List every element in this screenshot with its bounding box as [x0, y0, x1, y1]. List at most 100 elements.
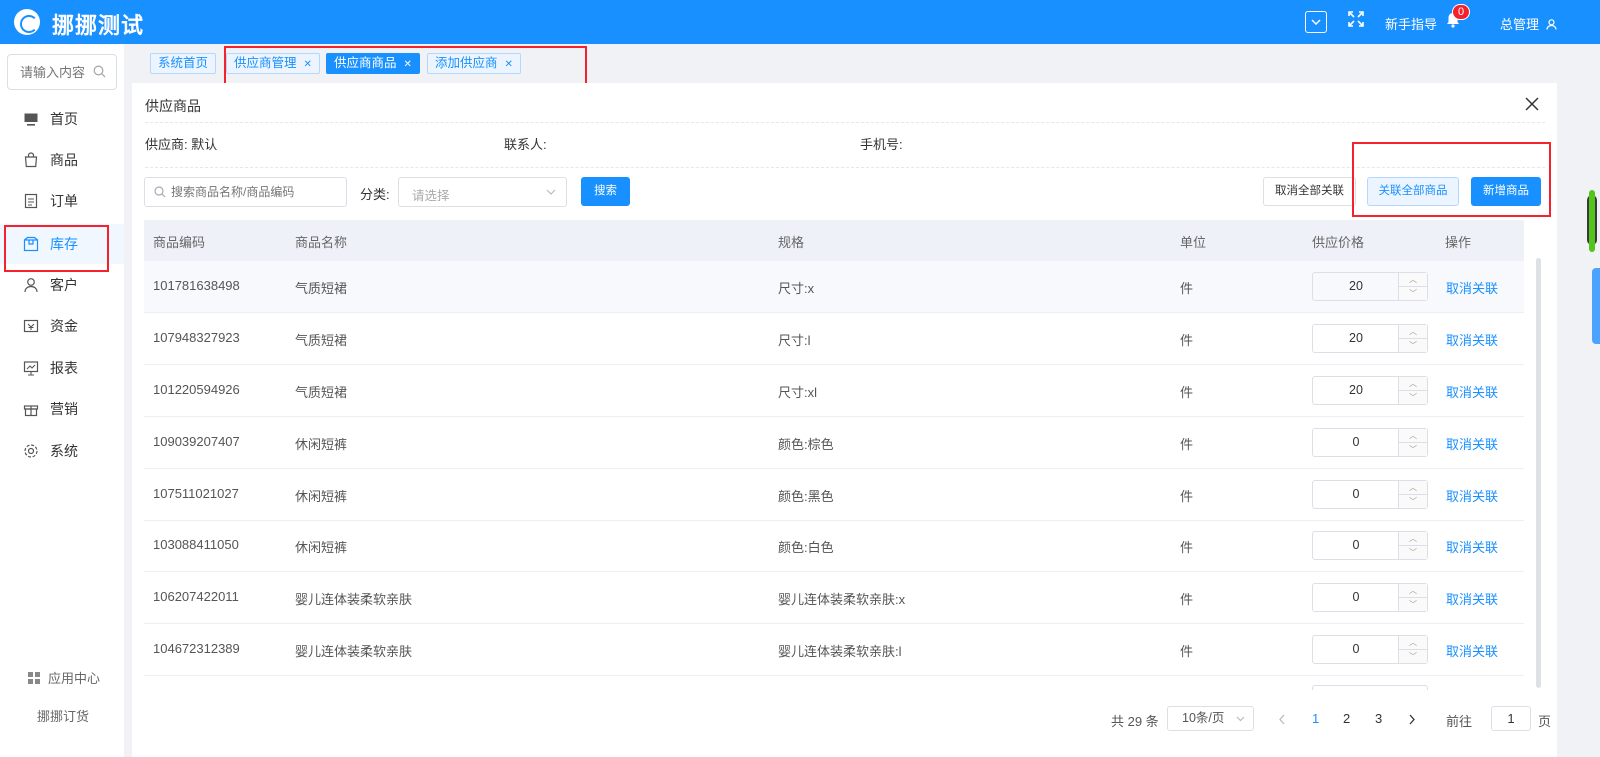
chevron-right-icon[interactable]: [1408, 714, 1416, 725]
price-stepper[interactable]: 0 ︿ ﹀: [1312, 531, 1428, 560]
price-stepper[interactable]: 0 ︿ ﹀: [1312, 428, 1428, 457]
unlink-button[interactable]: 取消关联: [1446, 589, 1498, 608]
fullscreen-icon[interactable]: [1346, 11, 1366, 31]
price-input[interactable]: 20: [1313, 325, 1399, 352]
tab-label: 系统首页: [158, 56, 209, 70]
price-stepper[interactable]: 20 ︿ ﹀: [1312, 376, 1428, 405]
chevron-up-icon[interactable]: ︿: [1398, 584, 1427, 598]
search-button[interactable]: 搜索: [581, 177, 630, 206]
product-spec: 颜色:黑色: [778, 489, 834, 504]
price-stepper[interactable]: [1312, 685, 1428, 690]
chevron-down-icon[interactable]: [1305, 11, 1327, 33]
chevron-down-icon[interactable]: ﹀: [1398, 545, 1427, 559]
sidebar-item-orders[interactable]: 订单: [0, 181, 124, 221]
sidebar-search[interactable]: [7, 54, 117, 90]
sidebar: 首页 商品 订单 库存 客户 资金 报表 营销 系统 应用中心 挪挪订货: [0, 44, 124, 757]
gift-icon: [22, 400, 40, 418]
chevron-up-icon[interactable]: ︿: [1398, 532, 1427, 546]
sidebar-item-home[interactable]: 首页: [0, 99, 124, 139]
price-input[interactable]: 0: [1313, 636, 1399, 663]
unlink-button[interactable]: 取消关联: [1446, 537, 1498, 556]
price-stepper[interactable]: 0 ︿ ﹀: [1312, 583, 1428, 612]
product-unit: 件: [1180, 489, 1194, 504]
price-stepper[interactable]: 0 ︿ ﹀: [1312, 635, 1428, 664]
unlink-button[interactable]: 取消关联: [1446, 382, 1498, 401]
price-stepper[interactable]: 0 ︿ ﹀: [1312, 480, 1428, 509]
product-unit: 件: [1180, 333, 1194, 348]
column-header: 商品编码: [153, 235, 206, 250]
unlink-button[interactable]: 取消关联: [1446, 641, 1498, 660]
sidebar-item-products[interactable]: 商品: [0, 140, 124, 180]
chevron-up-icon[interactable]: ︿: [1398, 377, 1427, 391]
chevron-down-icon[interactable]: ﹀: [1398, 442, 1427, 456]
chevron-up-icon[interactable]: ︿: [1398, 325, 1427, 339]
page-scrollbar-thumb[interactable]: [1589, 190, 1595, 252]
column-header: 规格: [778, 235, 805, 250]
side-float-tab[interactable]: [1592, 268, 1600, 344]
chevron-down-icon[interactable]: ﹀: [1398, 286, 1427, 300]
user-menu[interactable]: 总管理: [1500, 14, 1557, 33]
unlink-all-button[interactable]: 取消全部关联: [1263, 177, 1356, 206]
chevron-down-icon[interactable]: ﹀: [1398, 597, 1427, 611]
category-label: 分类:: [360, 187, 390, 202]
chevron-down-icon[interactable]: ﹀: [1398, 649, 1427, 663]
sidebar-item-label: 资金: [50, 318, 78, 334]
chevron-up-icon[interactable]: ︿: [1398, 273, 1427, 287]
sidebar-item-funds[interactable]: 资金: [0, 306, 124, 346]
page-number[interactable]: 2: [1343, 711, 1350, 726]
sidebar-item-reports[interactable]: 报表: [0, 348, 124, 388]
chevron-up-icon[interactable]: ︿: [1398, 481, 1427, 495]
phone-info: 手机号:: [860, 137, 903, 152]
page-size-select[interactable]: 10条/页: [1167, 706, 1254, 731]
chevron-down-icon[interactable]: ﹀: [1398, 338, 1427, 352]
user-icon: [22, 276, 40, 294]
table-header: 商品编码 商品名称 规格 单位 供应价格 操作: [144, 220, 1524, 261]
sidebar-search-input[interactable]: [20, 55, 100, 89]
user-name: 总管理: [1500, 17, 1540, 32]
unlink-button[interactable]: 取消关联: [1446, 330, 1498, 349]
price-input[interactable]: 0: [1313, 481, 1399, 508]
table-scrollbar[interactable]: [1536, 258, 1541, 688]
product-unit: 件: [1180, 437, 1194, 452]
unlink-button[interactable]: 取消关联: [1446, 278, 1498, 297]
product-code: 107948327923: [153, 330, 240, 345]
page-number[interactable]: 3: [1375, 711, 1382, 726]
price-stepper[interactable]: 20 ︿ ﹀: [1312, 272, 1428, 301]
chevron-left-icon[interactable]: [1278, 714, 1286, 725]
product-unit: 件: [1180, 592, 1194, 607]
unlink-button[interactable]: 取消关联: [1446, 434, 1498, 453]
unlink-button[interactable]: 取消关联: [1446, 486, 1498, 505]
price-input[interactable]: 0: [1313, 584, 1399, 611]
divider: [145, 122, 1545, 123]
price-input[interactable]: 20: [1313, 377, 1399, 404]
page-number[interactable]: 1: [1312, 711, 1319, 726]
product-code: 104672312389: [153, 641, 240, 656]
category-select[interactable]: 请选择: [398, 177, 567, 207]
sidebar-item-system[interactable]: 系统: [0, 431, 124, 471]
close-icon[interactable]: [1524, 96, 1540, 112]
guide-link[interactable]: 新手指导: [1385, 14, 1437, 33]
tab-home[interactable]: 系统首页: [150, 53, 217, 74]
sidebar-item-marketing[interactable]: 营销: [0, 389, 124, 429]
goto-page-input[interactable]: 1: [1491, 706, 1531, 731]
price-input[interactable]: 20: [1313, 273, 1399, 300]
chevron-up-icon[interactable]: ︿: [1398, 429, 1427, 443]
sidebar-item-label: 订单: [50, 193, 78, 209]
product-search-input[interactable]: [171, 183, 341, 201]
product-name: 气质短裙: [295, 281, 348, 296]
app-center-link[interactable]: 应用中心: [28, 668, 100, 687]
price-input[interactable]: 0: [1313, 429, 1399, 456]
table-row: 107511021027 休闲短裤 颜色:黑色 件 0 ︿ ﹀ 取消关联: [144, 469, 1524, 521]
sidebar-item-label: 首页: [50, 111, 78, 127]
price-input[interactable]: 0: [1313, 532, 1399, 559]
product-name: 气质短裙: [295, 333, 348, 348]
page-size-value: 10条/页: [1182, 711, 1225, 725]
product-code: 101781638498: [153, 278, 240, 293]
product-name: 休闲短裤: [295, 437, 348, 452]
chevron-down-icon[interactable]: ﹀: [1398, 494, 1427, 508]
product-search[interactable]: [144, 177, 347, 207]
chevron-down-icon[interactable]: ﹀: [1398, 390, 1427, 404]
chevron-up-icon[interactable]: ︿: [1398, 636, 1427, 650]
price-stepper[interactable]: 20 ︿ ﹀: [1312, 324, 1428, 353]
search-icon[interactable]: [93, 65, 106, 78]
